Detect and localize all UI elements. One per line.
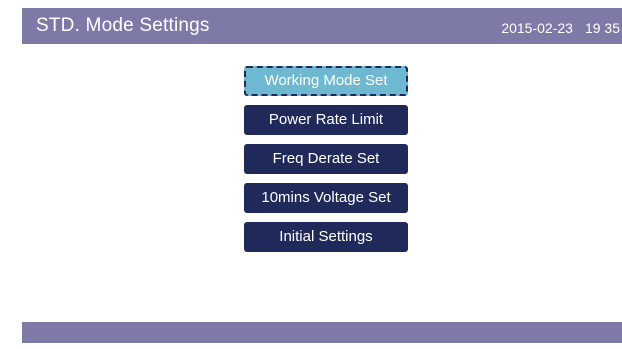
working-mode-set-button[interactable]: Working Mode Set <box>244 66 408 96</box>
time-display: 19 35 <box>584 20 620 36</box>
initial-settings-button[interactable]: Initial Settings <box>244 222 408 252</box>
page-title: STD. Mode Settings <box>36 15 210 36</box>
datetime-display: 2015-02-23 19 35 <box>501 20 620 36</box>
title-bar: STD. Mode Settings 2015-02-23 19 35 <box>22 8 622 44</box>
power-rate-limit-button[interactable]: Power Rate Limit <box>244 105 408 135</box>
status-bar <box>22 322 622 343</box>
lcd-screen: STD. Mode Settings 2015-02-23 19 35 Worki… <box>22 8 622 343</box>
freq-derate-set-button[interactable]: Freq Derate Set <box>244 144 408 174</box>
settings-menu: Working Mode Set Power Rate Limit Freq D… <box>244 66 408 261</box>
10mins-voltage-set-button[interactable]: 10mins Voltage Set <box>244 183 408 213</box>
date-display: 2015-02-23 <box>501 20 573 36</box>
